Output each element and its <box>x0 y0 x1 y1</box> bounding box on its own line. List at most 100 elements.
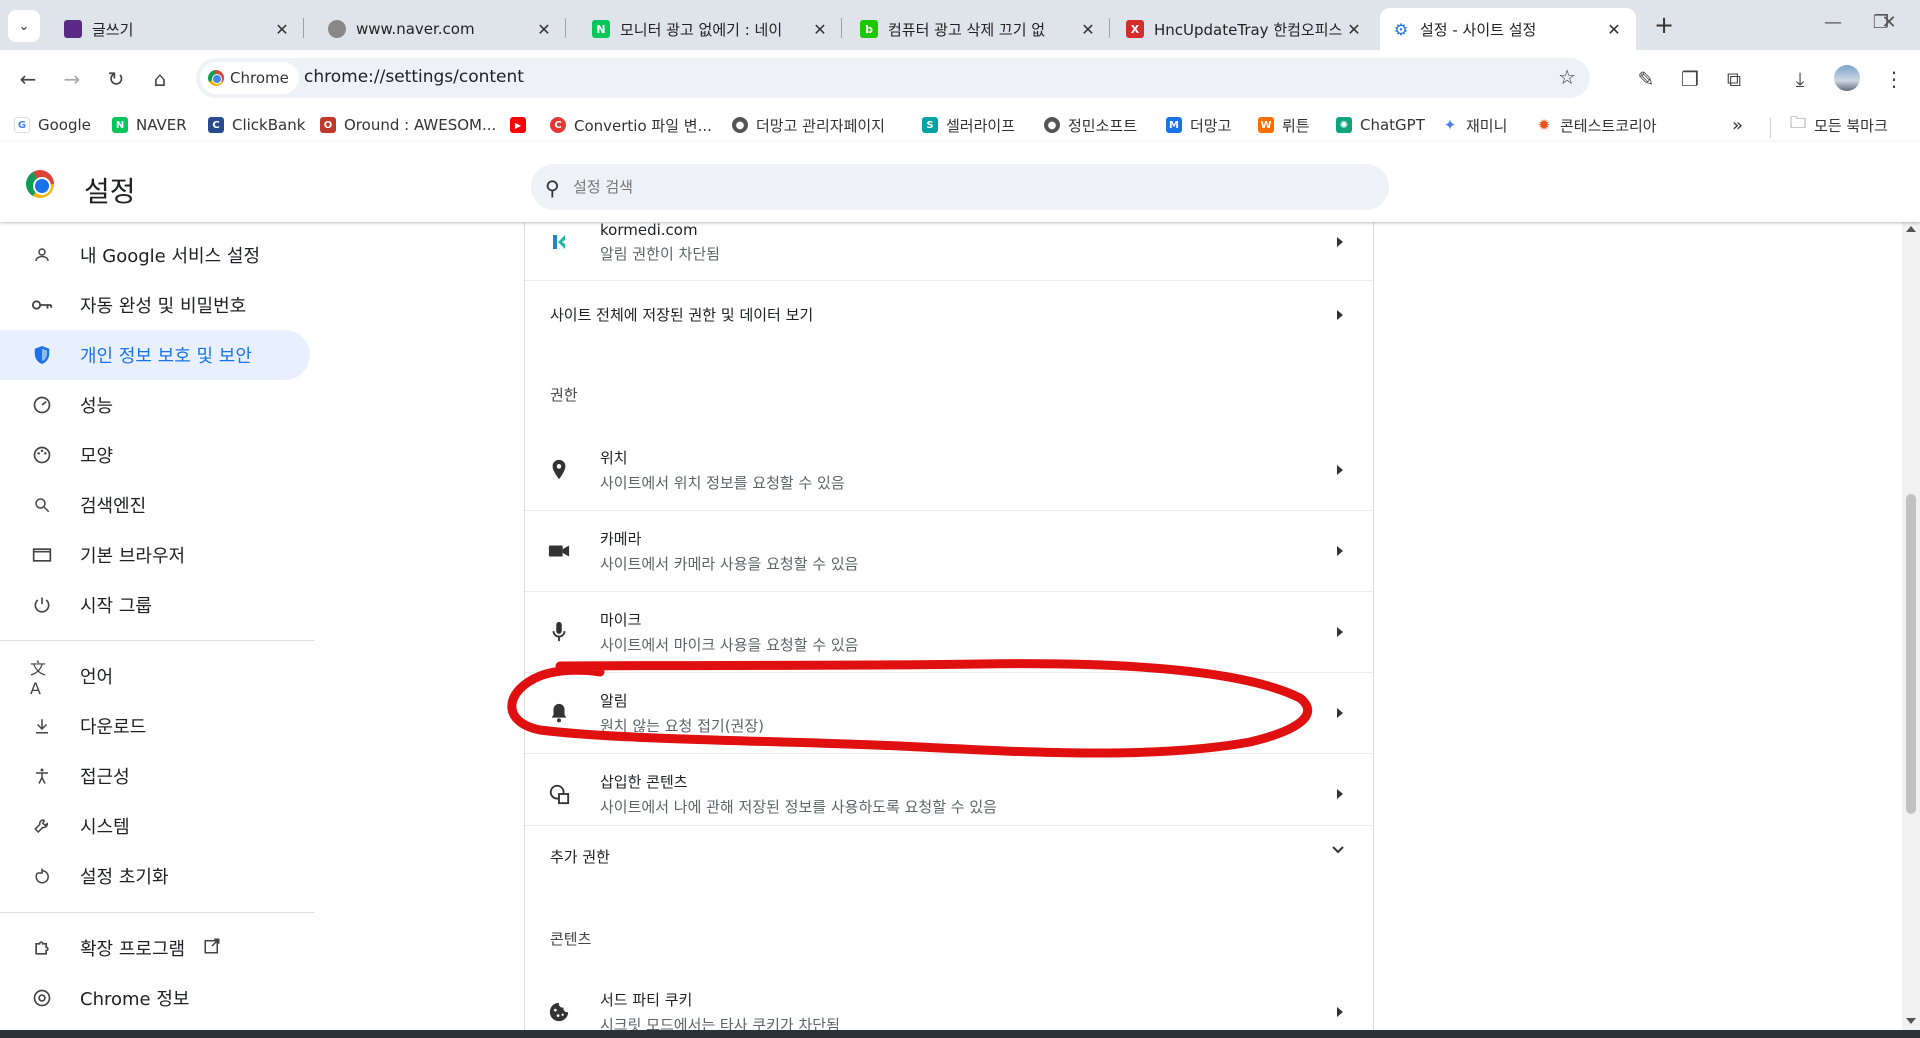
extensions-button[interactable]: ⧉ <box>1718 63 1750 95</box>
close-icon[interactable]: ✕ <box>1344 20 1364 39</box>
all-bookmarks-button[interactable]: 🗀 모든 북마크 <box>1790 113 1888 136</box>
settings-header: 설정 ⚲ <box>0 142 1920 222</box>
bookmark-chatgpt[interactable]: ✺ ChatGPT <box>1336 114 1425 136</box>
tab-0[interactable]: 글쓰기 ✕ <box>52 8 304 50</box>
close-icon[interactable]: ✕ <box>810 20 830 39</box>
scroll-down-arrow-icon[interactable] <box>1906 1018 1916 1024</box>
sidebar-item-performance[interactable]: 성능 <box>0 380 310 430</box>
reload-button[interactable]: ↻ <box>100 63 132 95</box>
permission-row-notifications[interactable]: 알림 원치 않는 요청 접기(권장) <box>525 673 1373 753</box>
back-button[interactable]: ← <box>12 63 44 95</box>
sidebar-item-on-startup[interactable]: 시작 그룹 <box>0 580 310 630</box>
bookmark-oround[interactable]: O Oround : AWESOM... <box>320 114 496 136</box>
bookmark-sellerlife[interactable]: S 셀러라이프 <box>922 114 1015 136</box>
sidebar-item-label: 확장 프로그램 <box>80 939 186 960</box>
forward-button[interactable]: → <box>56 63 88 95</box>
sidebar-item-downloads[interactable]: 다운로드 <box>0 701 310 751</box>
sidebar-item-search-engine[interactable]: 검색엔진 <box>0 480 310 530</box>
bookmark-naver[interactable]: N NAVER <box>112 114 187 136</box>
chevron-right-icon <box>1337 465 1343 475</box>
globe-icon: ● <box>732 117 748 133</box>
address-bar[interactable]: Chrome chrome://settings/content ☆ <box>196 58 1590 98</box>
minimize-button[interactable]: — <box>1810 12 1856 33</box>
new-tab-button[interactable]: + <box>1650 12 1678 40</box>
sidebar-divider <box>0 912 314 913</box>
home-button[interactable]: ⌂ <box>144 63 176 95</box>
sidebar-item-languages[interactable]: 文A 언어 <box>0 651 310 701</box>
close-icon[interactable]: ✕ <box>1078 20 1098 39</box>
search-icon: ⚲ <box>545 176 560 200</box>
sidebar-item-autofill[interactable]: 자동 완성 및 비밀번호 <box>0 280 310 330</box>
bookmark-label: 뤼튼 <box>1282 116 1310 135</box>
sidebar-item-accessibility[interactable]: 접근성 <box>0 751 310 801</box>
bookmark-label: 재미니 <box>1466 116 1508 135</box>
bookmark-wrtn[interactable]: W 뤼튼 <box>1258 114 1310 136</box>
menu-button[interactable]: ⋮ <box>1878 63 1910 95</box>
view-all-site-data-row[interactable]: 사이트 전체에 저장된 권한 및 데이터 보기 <box>525 280 1373 350</box>
bookmark-youtube[interactable]: ▶ <box>510 114 534 136</box>
settings-search[interactable]: ⚲ <box>531 164 1389 210</box>
additional-permissions-row[interactable]: 추가 권한 <box>525 826 1373 888</box>
settings-content: 내 Google 서비스 설정 자동 완성 및 비밀번호 개인 정보 보호 및 … <box>0 221 1920 1034</box>
scroll-thumb[interactable] <box>1906 494 1916 814</box>
reload-icon: ↻ <box>107 67 125 91</box>
sidebar-item-default-browser[interactable]: 기본 브라우저 <box>0 530 310 580</box>
sidebar-item-label: 언어 <box>80 667 114 688</box>
tab-3[interactable]: b 컴퓨터 광고 삭제 끄기 없 ✕ <box>848 8 1110 50</box>
sidebar-item-system[interactable]: 시스템 <box>0 801 310 851</box>
sidebar-item-extensions[interactable]: 확장 프로그램 <box>0 923 310 973</box>
arrow-right-icon: → <box>63 67 81 91</box>
content-row-third-party-cookies[interactable]: 서드 파티 쿠키 시크릿 모드에서는 타사 쿠키가 차단됨 <box>525 972 1373 1038</box>
sidebar-item-google-services[interactable]: 내 Google 서비스 설정 <box>0 230 310 280</box>
sidebar-item-label: 자동 완성 및 비밀번호 <box>80 296 247 317</box>
os-taskbar <box>0 1030 1920 1038</box>
search-input[interactable] <box>573 175 1353 199</box>
site-info-chip[interactable]: Chrome <box>200 62 299 94</box>
bookmark-themango-admin[interactable]: ● 더망고 관리자페이지 <box>732 114 885 136</box>
tab-title: 글쓰기 <box>92 20 134 39</box>
permission-title: 카메라 <box>600 530 642 548</box>
bookmark-convertio[interactable]: C Convertio 파일 변... <box>550 114 712 136</box>
sidebar-item-about-chrome[interactable]: Chrome 정보 <box>0 973 310 1023</box>
edit-button[interactable]: ✎ <box>1630 63 1662 95</box>
tab-1[interactable]: www.naver.com ✕ <box>316 8 566 50</box>
sidebar-item-reset[interactable]: 설정 초기화 <box>0 851 310 901</box>
sidebar-item-appearance[interactable]: 모양 <box>0 430 310 480</box>
scroll-up-arrow-icon[interactable] <box>1906 226 1916 232</box>
tab-5-active[interactable]: ⚙ 설정 - 사이트 설정 ✕ <box>1380 8 1636 50</box>
downloads-button[interactable]: ⤓ <box>1784 63 1816 95</box>
puzzle-icon: ⧉ <box>1726 67 1742 91</box>
bookmark-jeongminsoft[interactable]: ● 정민소프트 <box>1044 114 1137 136</box>
close-icon[interactable]: ✕ <box>1604 20 1624 39</box>
kormedi-favicon-icon <box>547 230 571 254</box>
more-bookmarks-button[interactable]: » <box>1732 114 1743 136</box>
kebab-menu-icon: ⋮ <box>1884 67 1904 91</box>
reading-list-button[interactable]: ❐ <box>1674 63 1706 95</box>
recent-site-subtitle: 알림 권한이 차단됨 <box>600 244 720 263</box>
page-scrollbar[interactable] <box>1902 222 1920 1030</box>
bookmark-label: ChatGPT <box>1360 116 1425 134</box>
bookmark-contestkorea[interactable]: ✹ 콘테스트코리아 <box>1536 114 1657 136</box>
permission-row-embedded-content[interactable]: 삽입한 콘텐츠 사이트에서 나에 관해 저장된 정보를 사용하도록 요청할 수 … <box>525 754 1373 834</box>
bookmark-clickbank[interactable]: C ClickBank <box>208 114 305 136</box>
permission-row-camera[interactable]: 카메라 사이트에서 카메라 사용을 요청할 수 있음 <box>525 511 1373 591</box>
permission-row-microphone[interactable]: 마이크 사이트에서 마이크 사용을 요청할 수 있음 <box>525 592 1373 672</box>
bookmark-themango[interactable]: M 더망고 <box>1166 114 1231 136</box>
url-text[interactable]: chrome://settings/content <box>304 67 524 87</box>
sidebar-item-label: 성능 <box>80 396 114 417</box>
bookmark-star-icon[interactable]: ☆ <box>1558 65 1576 89</box>
tab-search-button[interactable]: ⌄ <box>8 10 40 42</box>
permission-row-location[interactable]: 위치 사이트에서 위치 정보를 요청할 수 있음 <box>525 430 1373 510</box>
close-icon[interactable]: ✕ <box>534 20 554 39</box>
sidebar-item-privacy-security[interactable]: 개인 정보 보호 및 보안 <box>0 330 310 380</box>
tab-2[interactable]: N 모니터 광고 없에기 : 네이 ✕ <box>580 8 842 50</box>
recent-site-title: kormedi.com <box>600 220 698 239</box>
recent-site-row[interactable]: kormedi.com 알림 권한이 차단됨 <box>525 214 1373 270</box>
bookmark-google[interactable]: G Google <box>14 114 91 136</box>
tab-4[interactable]: X HncUpdateTray 한컴오피스 ✕ <box>1114 8 1376 50</box>
bookmark-gemini[interactable]: ✦ 재미니 <box>1442 114 1508 136</box>
close-icon[interactable]: ✕ <box>272 20 292 39</box>
close-window-button[interactable]: ✕ <box>1866 12 1912 33</box>
profile-avatar[interactable] <box>1834 65 1860 91</box>
bookmark-separator <box>1770 118 1771 138</box>
